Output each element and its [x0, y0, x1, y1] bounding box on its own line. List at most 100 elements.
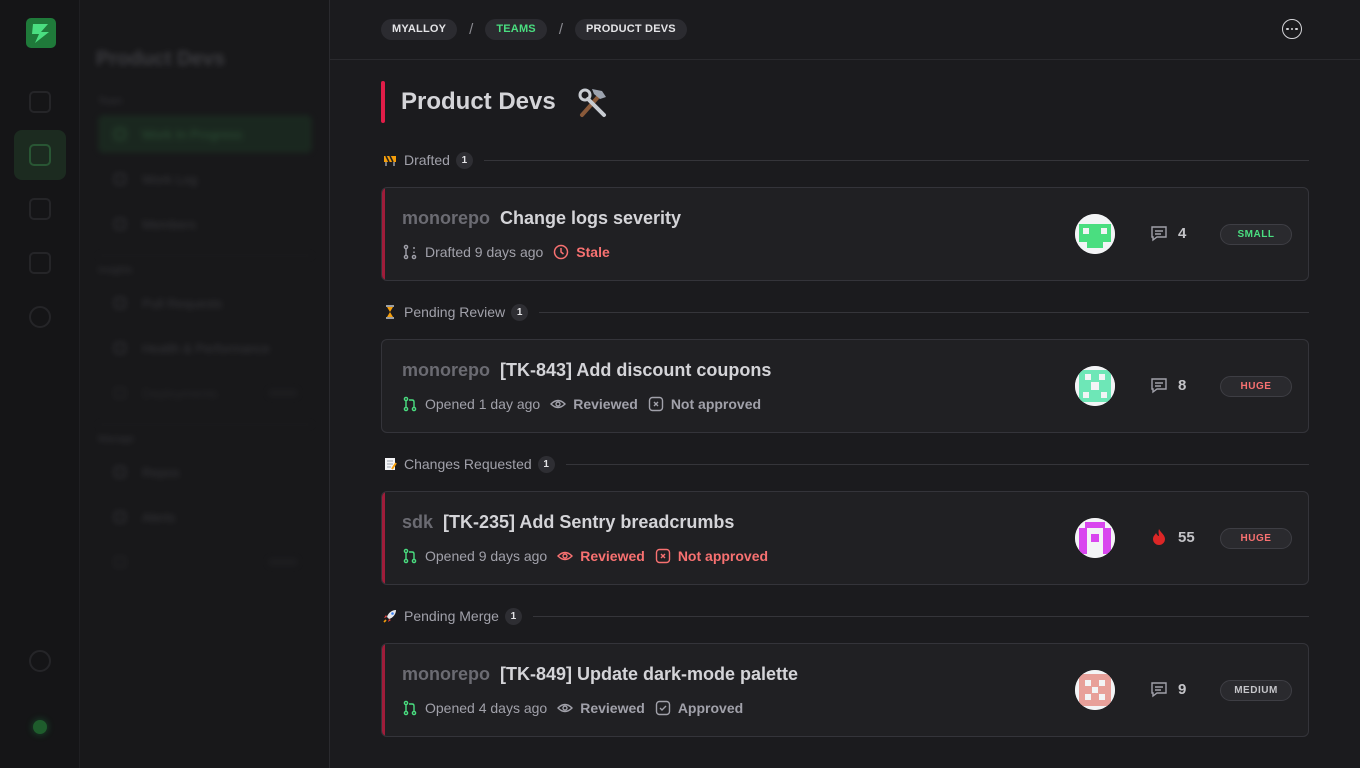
bolt-icon[interactable]	[29, 306, 51, 328]
divider	[532, 615, 1309, 617]
memo-icon	[385, 458, 397, 470]
more-options-button[interactable]	[1282, 19, 1302, 39]
sidebar-item-alerts[interactable]: Alerts	[98, 498, 312, 536]
pr-title[interactable]: [TK-235] Add Sentry breadcrumbs	[443, 512, 734, 533]
repo-name[interactable]: monorepo	[402, 664, 490, 685]
branch-draft-icon	[403, 244, 417, 260]
pr-title[interactable]: [TK-843] Add discount coupons	[500, 360, 771, 381]
divider	[539, 311, 1309, 313]
sidebar-item-pull-requests[interactable]: Pull Requests	[98, 284, 312, 322]
app-logo-icon[interactable]	[26, 18, 56, 48]
repo-name[interactable]: sdk	[402, 512, 433, 533]
breadcrumb-product-devs[interactable]: PRODUCT DEVS	[575, 19, 687, 40]
group-count-badge: 1	[537, 455, 555, 473]
teams-icon[interactable]	[29, 144, 51, 166]
group-count-badge: 1	[455, 151, 473, 169]
sidebar-item-deployments[interactable]: Deployments	[98, 374, 312, 412]
pr-icon	[114, 297, 126, 309]
sidebar-title: Product Devs	[96, 48, 225, 70]
pull-request-icon	[403, 700, 417, 716]
log-icon	[114, 173, 126, 185]
group-header-changes-requested: Changes Requested 1	[383, 454, 1309, 474]
sidebar-item-extra[interactable]	[98, 543, 312, 581]
pr-status: Opened 1 day ago	[402, 396, 540, 412]
group-count-badge: 1	[511, 303, 529, 321]
repo-name[interactable]: monorepo	[402, 208, 490, 229]
pr-card[interactable]: sdk [TK-235] Add Sentry breadcrumbs Opene…	[381, 491, 1309, 585]
author-avatar[interactable]	[1075, 670, 1115, 710]
x-box-icon	[655, 548, 671, 564]
group-label: Drafted	[404, 152, 450, 168]
pr-card[interactable]: monorepo Change logs severity Drafted 9 d…	[381, 187, 1309, 281]
x-box-icon	[648, 396, 664, 412]
hot-comment-count: 55	[1150, 528, 1195, 546]
app: Product Devs Team Work In Progress Work …	[0, 0, 1360, 768]
sidebar-item-work-in-progress[interactable]: Work In Progress	[98, 115, 312, 153]
comment-icon	[1151, 226, 1167, 242]
size-badge: MEDIUM	[1220, 680, 1292, 701]
review-status: Reviewed	[550, 396, 638, 412]
size-badge: HUGE	[1220, 528, 1292, 549]
flame-icon	[1153, 529, 1165, 545]
breadcrumb-separator: /	[469, 21, 474, 38]
sidebar-item-health[interactable]: Health & Performance	[98, 329, 312, 367]
group-header-drafted: Drafted 1	[383, 150, 1309, 170]
group-label: Pending Merge	[404, 608, 499, 624]
main-content: MYALLOY / TEAMS / PRODUCT DEVS Product D…	[330, 0, 1360, 768]
review-status: Reviewed	[557, 700, 645, 716]
calendar-icon[interactable]	[29, 252, 51, 274]
group-header-pending-review: Pending Review 1	[383, 302, 1309, 322]
divider	[565, 463, 1309, 465]
sidebar-section-label: Team	[98, 96, 123, 107]
size-badge: SMALL	[1220, 224, 1292, 245]
divider	[98, 424, 312, 425]
pr-title[interactable]: [TK-849] Update dark-mode palette	[500, 664, 798, 685]
eye-icon	[557, 703, 574, 713]
group-header-pending-merge: Pending Merge 1	[383, 606, 1309, 626]
badge	[268, 389, 298, 397]
hourglass-icon	[386, 305, 394, 319]
topbar: MYALLOY / TEAMS / PRODUCT DEVS	[330, 0, 1360, 60]
review-status: Reviewed	[557, 548, 645, 564]
author-avatar[interactable]	[1075, 518, 1115, 558]
breadcrumb: MYALLOY / TEAMS / PRODUCT DEVS	[381, 19, 687, 40]
author-avatar[interactable]	[1075, 214, 1115, 254]
breadcrumb-teams[interactable]: TEAMS	[485, 19, 547, 40]
comment-icon	[1151, 378, 1167, 394]
breadcrumb-separator: /	[558, 21, 564, 38]
sidebar-section-label: Insights	[98, 265, 133, 276]
pull-request-icon	[403, 396, 417, 412]
page-title: Product Devs	[401, 88, 556, 115]
rocket-icon	[383, 610, 396, 623]
breadcrumb-myalloy[interactable]: MYALLOY	[381, 19, 458, 40]
hammer-and-wrench-icon	[578, 88, 606, 117]
comment-icon	[1151, 682, 1167, 698]
badge	[268, 558, 298, 566]
home-icon[interactable]	[29, 91, 51, 113]
sidebar-item-work-log[interactable]: Work Log	[98, 160, 312, 198]
pull-request-icon	[403, 548, 417, 564]
repo-icon	[114, 466, 126, 478]
repos-icon[interactable]	[29, 198, 51, 220]
pr-title[interactable]: Change logs severity	[500, 208, 681, 229]
group-label: Changes Requested	[404, 456, 532, 472]
eye-icon	[550, 399, 567, 409]
construction-icon	[384, 155, 396, 166]
repo-name[interactable]: monorepo	[402, 360, 490, 381]
settings-icon[interactable]	[29, 650, 51, 672]
icon-rail	[0, 0, 80, 768]
extra-icon	[114, 556, 126, 568]
status-dot[interactable]	[33, 720, 47, 734]
divider	[483, 159, 1309, 161]
group-label: Pending Review	[404, 304, 506, 320]
pr-card[interactable]: monorepo [TK-843] Add discount coupons Op…	[381, 339, 1309, 433]
sidebar-item-repos[interactable]: Repos	[98, 453, 312, 491]
chart-icon	[114, 342, 126, 354]
check-box-icon	[655, 700, 671, 716]
sidebar-item-members[interactable]: Members	[98, 205, 312, 243]
pr-status: Opened 9 days ago	[402, 548, 547, 564]
author-avatar[interactable]	[1075, 366, 1115, 406]
pr-card[interactable]: monorepo [TK-849] Update dark-mode palett…	[381, 643, 1309, 737]
pr-status: Opened 4 days ago	[402, 700, 547, 716]
approval-status: Not approved	[655, 548, 768, 564]
